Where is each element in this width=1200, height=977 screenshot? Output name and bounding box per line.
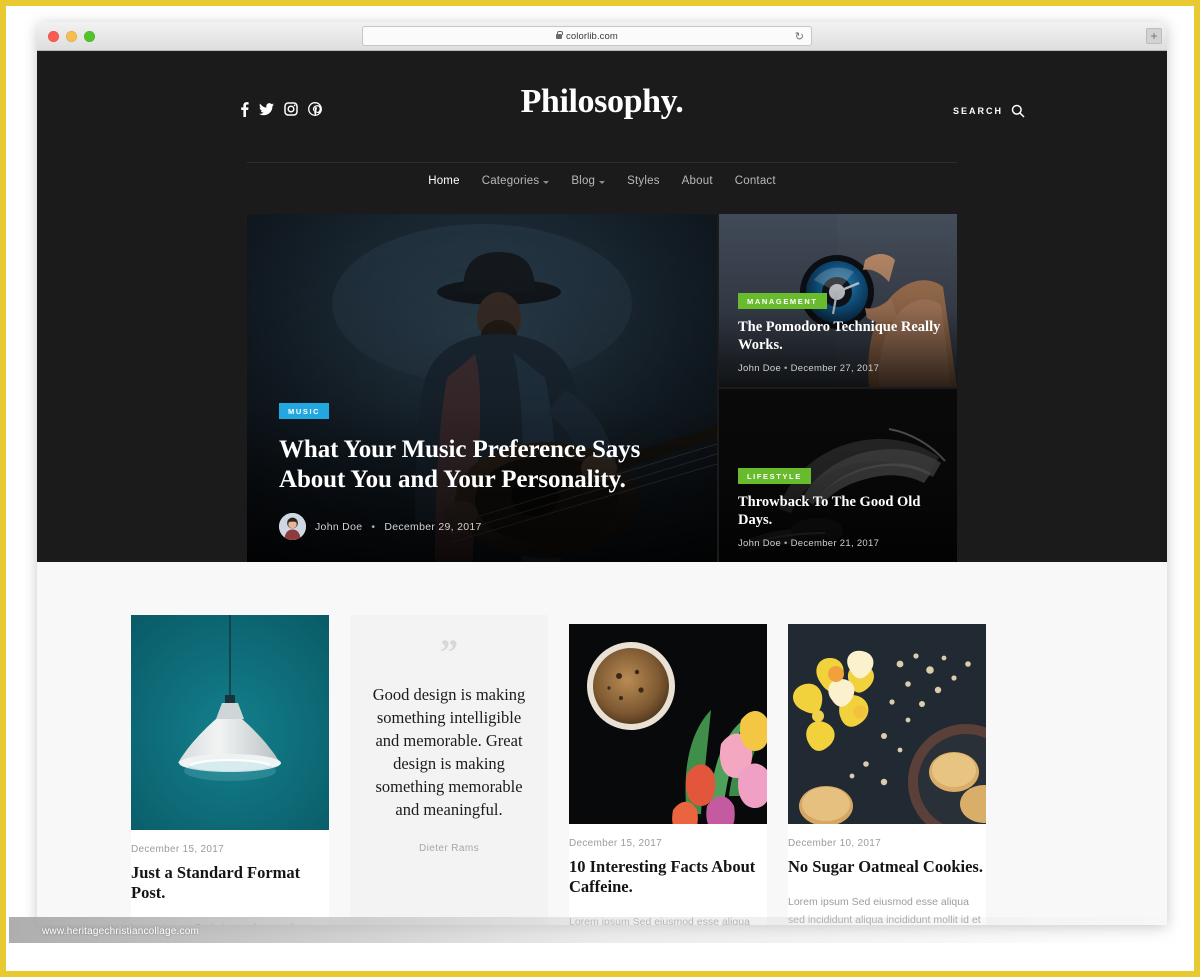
- window-controls: [48, 31, 95, 42]
- hero-side-title[interactable]: The Pomodoro Technique Really Works.: [738, 318, 943, 354]
- minimize-window-button[interactable]: [66, 31, 77, 42]
- nav-item-home[interactable]: Home: [428, 175, 459, 187]
- nav-label: About: [681, 175, 713, 187]
- post-thumbnail[interactable]: [788, 624, 986, 824]
- category-badge-management[interactable]: MANAGEMENT: [738, 293, 827, 309]
- header-divider: [247, 162, 957, 163]
- posts-section: December 15, 2017 Just a Standard Format…: [37, 562, 1167, 925]
- post-thumbnail[interactable]: [569, 624, 767, 824]
- hero-side-column: MANAGEMENT The Pomodoro Technique Really…: [719, 214, 957, 562]
- avatar-image: [279, 513, 306, 540]
- url-text: colorlib.com: [566, 30, 618, 42]
- quote-text: Good design is making something intellig…: [372, 685, 526, 819]
- post-thumbnail[interactable]: [131, 615, 329, 830]
- post-date: December 15, 2017: [569, 838, 662, 849]
- meta-separator: •: [371, 520, 376, 533]
- watermark-text: www.heritagechristiancollage.com: [42, 926, 200, 937]
- daffodils-cookies-image: [788, 624, 986, 824]
- browser-chrome: colorlib.com ↻ +: [37, 22, 1167, 51]
- hero-featured-meta: John Doe • December 29, 2017: [279, 513, 691, 540]
- coffee-tulips-image: [569, 624, 767, 824]
- post-body: December 10, 2017 No Sugar Oatmeal Cooki…: [788, 824, 986, 925]
- chevron-down-icon: [599, 180, 606, 184]
- page-viewport: Philosophy. SEARCH Home Categories Blog: [37, 51, 1167, 925]
- main-navigation: Home Categories Blog Styles About Contac…: [37, 175, 1167, 187]
- browser-window: colorlib.com ↻ + Philosophy. SEARCH Home…: [37, 22, 1167, 925]
- post-date: December 10, 2017: [788, 838, 881, 849]
- hero-side-meta: John Doe • December 21, 2017: [738, 538, 943, 549]
- category-badge-lifestyle[interactable]: LIFESTYLE: [738, 468, 811, 484]
- hero-featured-post[interactable]: MUSIC What Your Music Preference Says Ab…: [247, 214, 717, 562]
- hero-side-meta: John Doe • December 27, 2017: [738, 363, 943, 374]
- lamp-image: [131, 615, 329, 830]
- post-date: December 21, 2017: [790, 538, 880, 549]
- post-title[interactable]: No Sugar Oatmeal Cookies.: [788, 857, 986, 877]
- hero-side-content: MANAGEMENT The Pomodoro Technique Really…: [738, 291, 943, 374]
- meta-separator: •: [784, 363, 788, 374]
- nav-label: Contact: [734, 175, 776, 187]
- posts-grid: December 15, 2017 Just a Standard Format…: [131, 615, 986, 925]
- category-badge-music[interactable]: MUSIC: [279, 403, 330, 419]
- post-body: December 15, 2017 Just a Standard Format…: [131, 830, 329, 925]
- reload-icon[interactable]: ↻: [795, 31, 804, 43]
- nav-label: Home: [428, 175, 460, 187]
- search-icon: [1011, 104, 1025, 118]
- post-body: December 15, 2017 10 Interesting Facts A…: [569, 824, 767, 925]
- hero-featured-content: MUSIC What Your Music Preference Says Ab…: [279, 401, 691, 540]
- post-title[interactable]: 10 Interesting Facts About Caffeine.: [569, 857, 767, 897]
- author-name: John Doe: [315, 520, 363, 533]
- hero-side-content: LIFESTYLE Throwback To The Good Old Days…: [738, 466, 943, 549]
- post-title[interactable]: Just a Standard Format Post.: [131, 863, 329, 903]
- post-card-quote[interactable]: ” Good design is making something intell…: [350, 615, 548, 925]
- new-tab-button[interactable]: +: [1146, 28, 1162, 44]
- hero-side-title[interactable]: Throwback To The Good Old Days.: [738, 493, 943, 529]
- nav-item-categories[interactable]: Categories: [482, 175, 550, 187]
- author-name: John Doe: [738, 538, 782, 549]
- nav-item-about[interactable]: About: [682, 175, 713, 187]
- hero-grid: MUSIC What Your Music Preference Says Ab…: [247, 214, 957, 562]
- meta-separator: •: [784, 538, 788, 549]
- hero-side-post-pomodoro[interactable]: MANAGEMENT The Pomodoro Technique Really…: [719, 214, 957, 387]
- nav-label: Categories: [481, 175, 540, 187]
- post-card-oatmeal-cookies[interactable]: December 10, 2017 No Sugar Oatmeal Cooki…: [788, 624, 986, 925]
- close-window-button[interactable]: [48, 31, 59, 42]
- nav-item-blog[interactable]: Blog: [571, 175, 606, 187]
- post-card-caffeine[interactable]: December 15, 2017 10 Interesting Facts A…: [569, 624, 767, 925]
- site-header: Philosophy. SEARCH Home Categories Blog: [37, 51, 1167, 562]
- post-date: December 15, 2017: [131, 844, 224, 855]
- maximize-window-button[interactable]: [84, 31, 95, 42]
- author-name: John Doe: [738, 363, 782, 374]
- post-date: December 27, 2017: [790, 363, 880, 374]
- search-button[interactable]: SEARCH: [953, 104, 1025, 118]
- nav-label: Styles: [627, 175, 660, 187]
- post-date: December 29, 2017: [384, 520, 482, 533]
- lock-icon: [556, 31, 563, 39]
- hero-side-post-throwback[interactable]: LIFESTYLE Throwback To The Good Old Days…: [719, 389, 957, 562]
- hero-featured-title[interactable]: What Your Music Preference Says About Yo…: [279, 435, 691, 495]
- quote-mark-icon: ”: [440, 632, 458, 672]
- post-card-standard-format[interactable]: December 15, 2017 Just a Standard Format…: [131, 615, 329, 925]
- nav-label: Blog: [571, 175, 596, 187]
- quote-author: Dieter Rams: [419, 843, 479, 854]
- nav-item-styles[interactable]: Styles: [627, 175, 660, 187]
- avatar: [279, 513, 306, 540]
- address-bar[interactable]: colorlib.com ↻: [362, 26, 812, 46]
- search-label: SEARCH: [952, 106, 1003, 116]
- nav-item-contact[interactable]: Contact: [735, 175, 776, 187]
- chevron-down-icon: [543, 180, 550, 184]
